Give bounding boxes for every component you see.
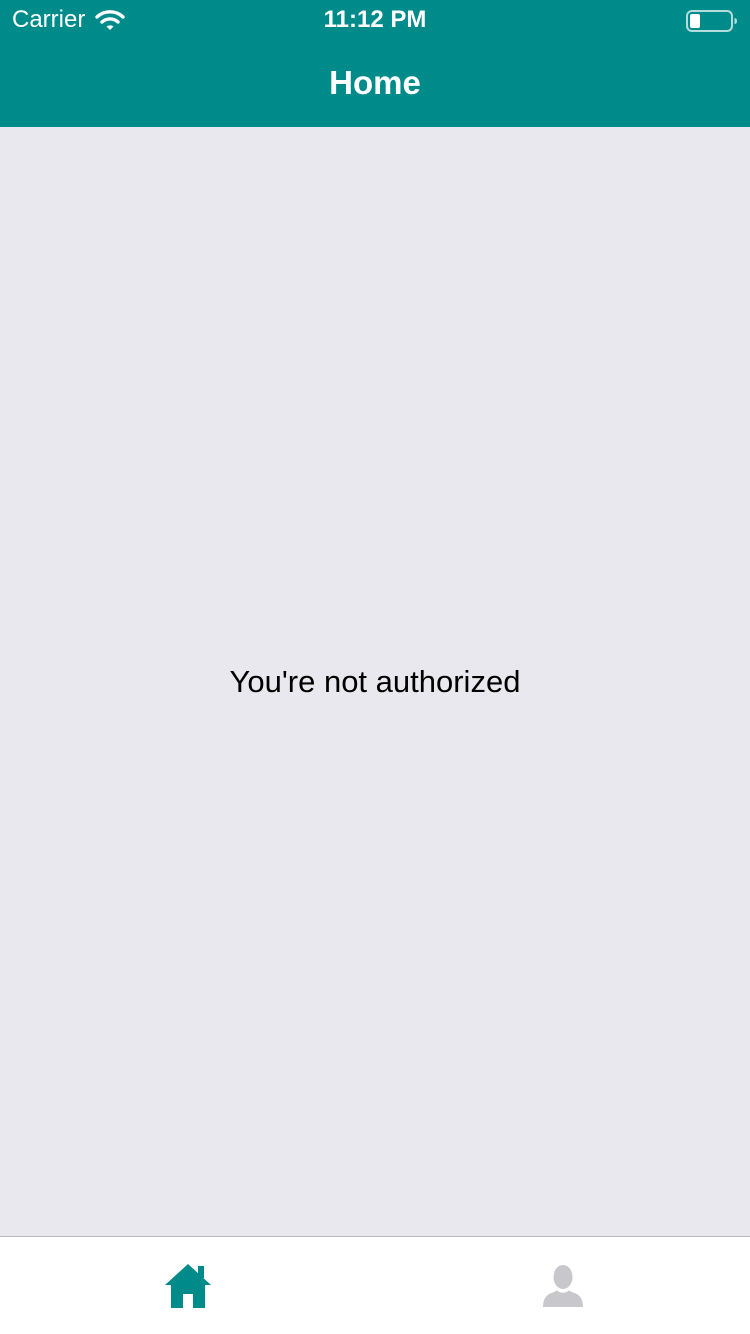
tab-bar	[0, 1236, 750, 1334]
person-icon	[542, 1264, 583, 1307]
carrier-info: Carrier	[12, 6, 126, 34]
wifi-icon	[95, 10, 126, 30]
carrier-label: Carrier	[12, 6, 86, 33]
tab-profile[interactable]	[375, 1237, 750, 1334]
screen: Carrier 11:12 PM Home You're not authori…	[0, 0, 750, 1334]
not-authorized-message: You're not authorized	[229, 664, 521, 699]
page-title: Home	[329, 64, 421, 101]
tab-home[interactable]	[0, 1237, 375, 1334]
status-bar: Carrier 11:12 PM	[0, 0, 750, 40]
home-icon	[164, 1263, 211, 1308]
header: Carrier 11:12 PM Home	[0, 0, 750, 127]
battery-icon	[686, 10, 737, 32]
main-content: You're not authorized	[0, 127, 750, 1237]
